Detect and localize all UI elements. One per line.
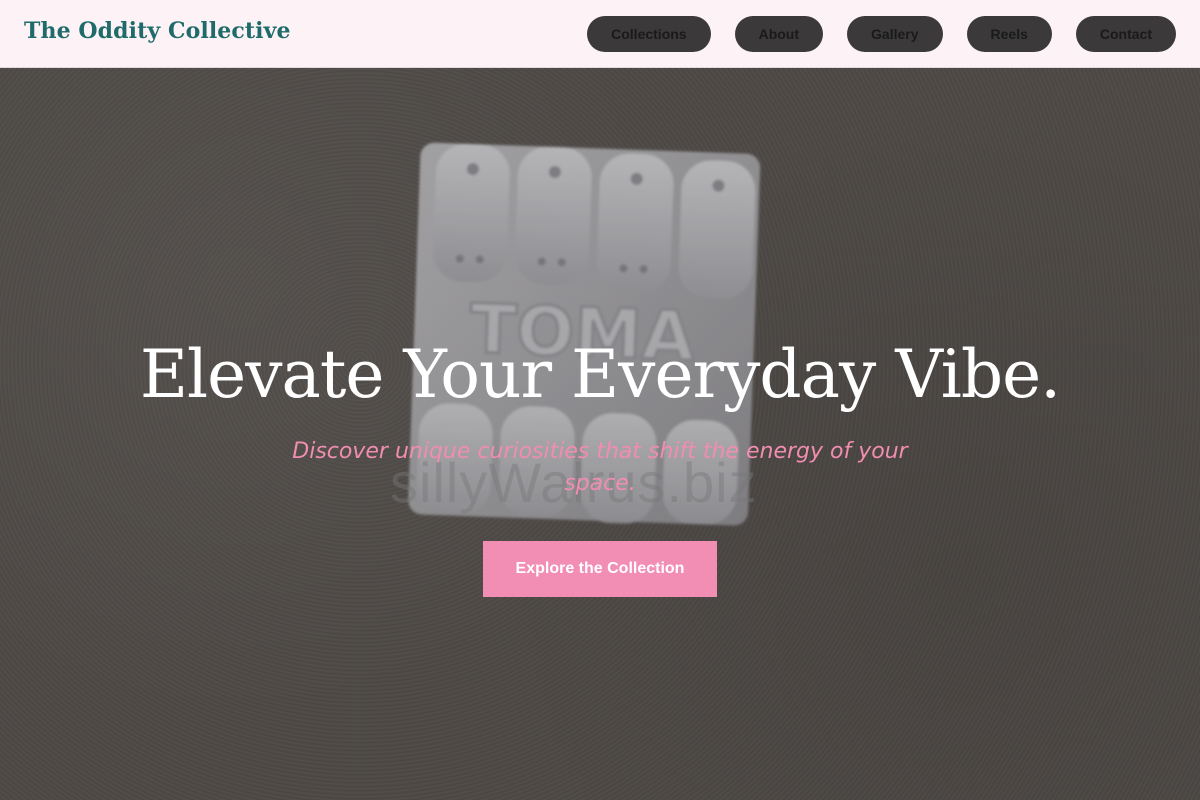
site-header: The Oddity Collective Collections About … <box>0 0 1200 68</box>
hero-subtitle: Discover unique curiosities that shift t… <box>292 439 908 496</box>
brand-logo[interactable]: The Oddity Collective <box>24 18 291 44</box>
landing-page: The Oddity Collective Collections About … <box>0 0 1200 800</box>
hero-title: Elevate Your Everyday Vibe. <box>139 336 1061 413</box>
main-nav: Collections About Gallery Reels Contact <box>587 16 1176 52</box>
nav-about[interactable]: About <box>734 16 824 52</box>
nav-gallery[interactable]: Gallery <box>847 16 943 52</box>
nav-collections[interactable]: Collections <box>587 16 711 52</box>
hero-dark-overlay <box>0 68 1200 800</box>
nav-contact[interactable]: Contact <box>1075 16 1176 52</box>
nav-reels[interactable]: Reels <box>966 16 1052 52</box>
hero-section: TOMA sillyWalrus.biz Elevate Your Everyd… <box>0 68 1200 800</box>
explore-collection-button[interactable]: Explore the Collection <box>483 541 717 597</box>
